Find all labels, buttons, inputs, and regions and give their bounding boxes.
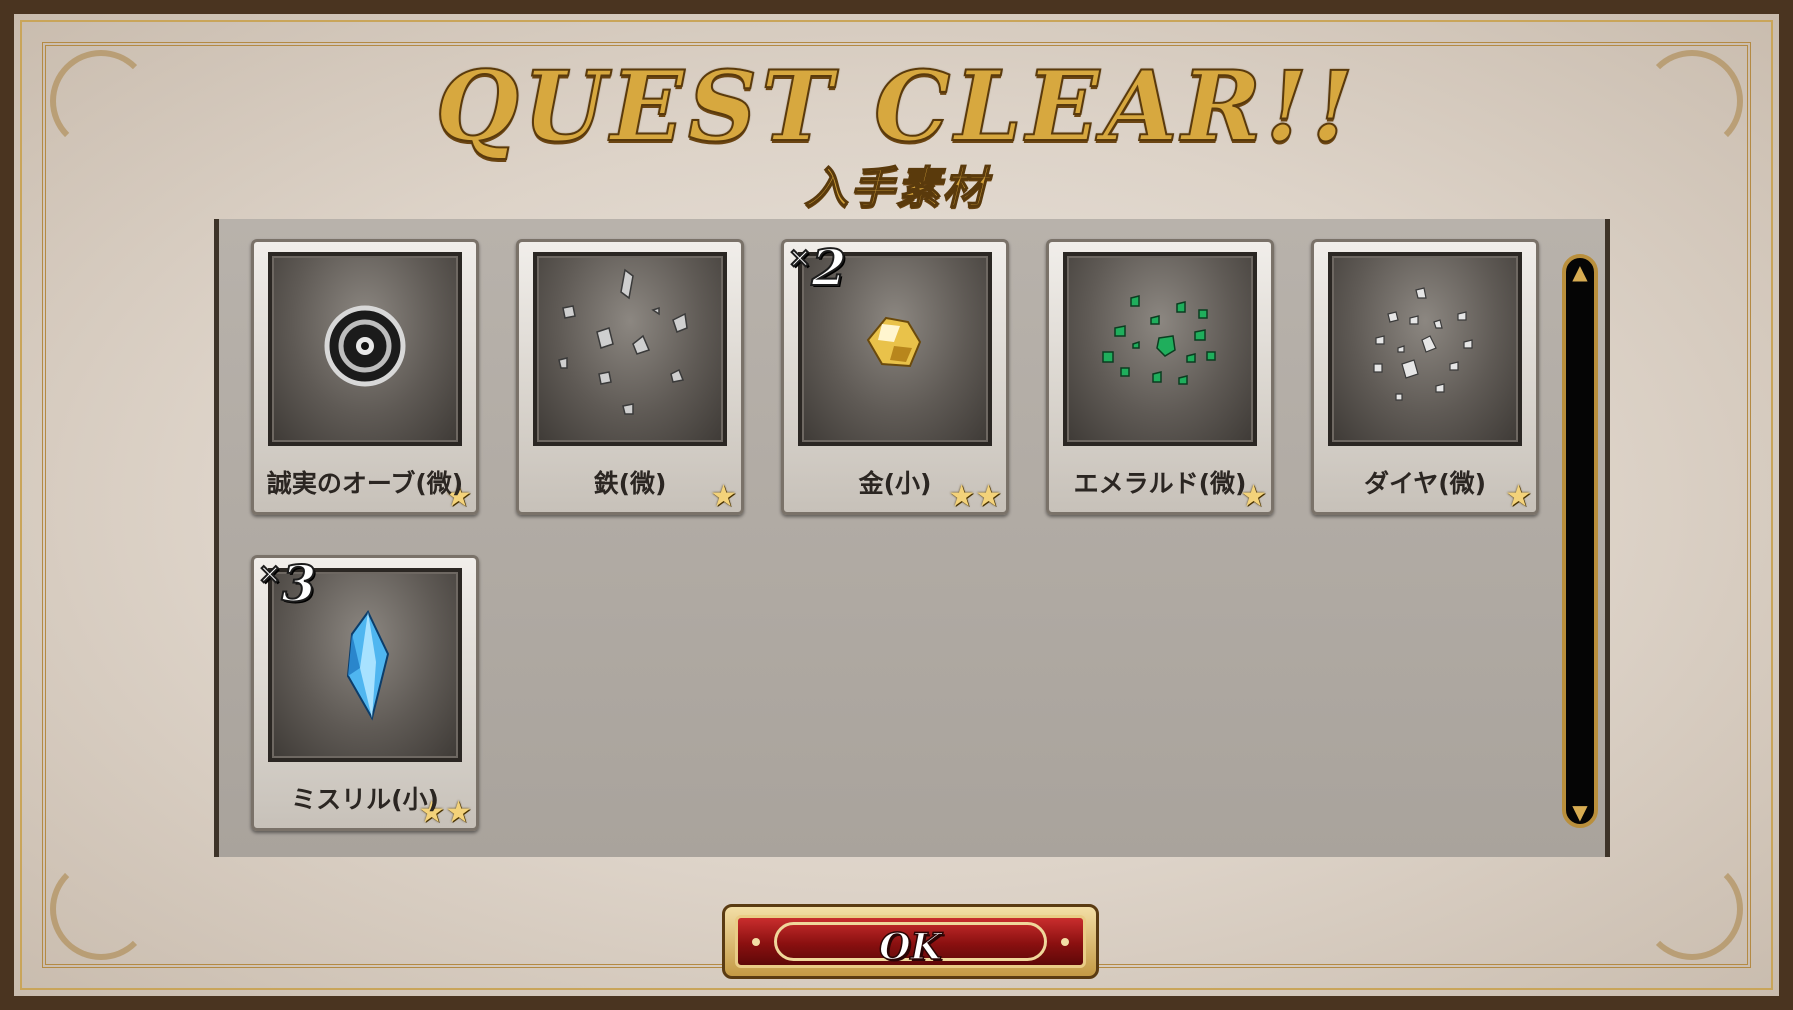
material-card[interactable]: ★ 誠実のオーブ(微) [251, 239, 479, 515]
corner-ornament-icon [50, 858, 152, 960]
ok-button-face: OK [735, 915, 1086, 969]
material-card[interactable]: ×2 ★★ 金(小) [781, 237, 1009, 515]
obtained-materials-heading: 入手素材 [804, 162, 989, 215]
iron-shards-icon [533, 252, 727, 446]
scroll-down-icon[interactable]: ▼ [1572, 800, 1587, 824]
corner-ornament-icon [1641, 858, 1743, 960]
material-name: ミスリル(小) [291, 785, 439, 814]
material-card[interactable]: ★ ダイヤ(微) [1311, 239, 1539, 515]
material-name: 金(小) [858, 469, 932, 498]
scrollbar[interactable]: ▲ ▼ [1562, 254, 1598, 828]
quantity-badge: ×2 [787, 237, 847, 298]
material-card[interactable]: ★ エメラルド(微) [1046, 239, 1274, 515]
material-name: 誠実のオーブ(微) [266, 469, 464, 498]
material-name: エメラルド(微) [1073, 469, 1247, 498]
diamond-shards-icon [1328, 252, 1522, 446]
ok-button[interactable]: OK [722, 904, 1099, 979]
scroll-up-icon[interactable]: ▲ [1572, 260, 1587, 284]
ok-button-label: OK [878, 925, 942, 969]
material-name: 鉄(微) [593, 469, 667, 498]
quest-clear-title: QUEST CLEAR!! [434, 49, 1358, 164]
material-card[interactable]: ★ 鉄(微) [516, 239, 744, 515]
material-name: ダイヤ(微) [1363, 469, 1487, 498]
materials-panel: ★ 誠実のオーブ(微) ★ 鉄(微) ×2 ★★ 金(小) ★ エメラルド(微)… [214, 219, 1610, 857]
result-frame: QUEST CLEAR!! 入手素材 ★ 誠実のオーブ(微) ★ 鉄(微) ×2… [0, 0, 1793, 1010]
orb-icon [268, 252, 462, 446]
emerald-shards-icon [1063, 252, 1257, 446]
material-card[interactable]: ×3 ★★ ミスリル(小) [251, 553, 479, 831]
quantity-badge: ×3 [257, 553, 317, 614]
